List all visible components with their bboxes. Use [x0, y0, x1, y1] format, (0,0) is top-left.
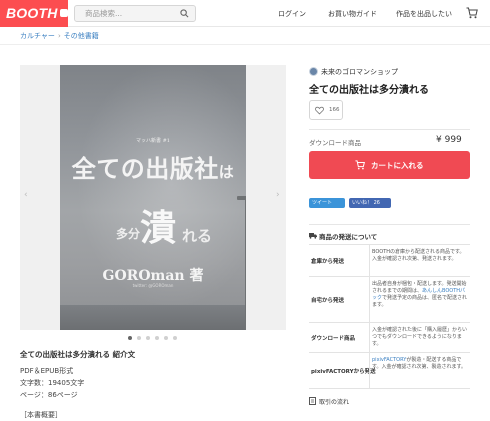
shipping-method: ダウンロード商品 [311, 336, 356, 342]
nav-sell[interactable]: 作品を出品したい [396, 9, 452, 19]
document-icon [309, 397, 316, 405]
gallery-dot[interactable] [164, 336, 168, 340]
truck-icon [309, 233, 317, 239]
search-input[interactable]: 商品検索... [74, 5, 196, 22]
cover-building [60, 305, 246, 330]
table-divider [369, 244, 370, 388]
table-row: 自宅から発送 出品者自身が梱包・配送します。発送開始されるまでの期間は、あんしん… [309, 276, 470, 322]
search-icon[interactable] [180, 9, 189, 18]
shop-name[interactable]: 未来のゴロマンショップ [321, 67, 398, 77]
breadcrumb: カルチャー › その他書籍 [20, 31, 99, 41]
pixiv-factory-link[interactable]: pixivFACTORY [372, 357, 406, 363]
logo-mark-icon [59, 9, 68, 17]
transaction-flow-link[interactable]: 取引の流れ [319, 397, 349, 406]
shipping-desc: 入金が確認された後に「購入履歴」からいつでもダウンロードできるようになります。 [372, 327, 468, 347]
heart-icon [315, 106, 324, 115]
shipping-desc: BOOTHの倉庫から配送される商品です。入金が確認され次第、発送されます。 [372, 249, 465, 262]
divider [0, 44, 490, 45]
description-line: ［本書概要］ [20, 411, 62, 419]
gallery-dot[interactable] [146, 336, 150, 340]
cover-sky [60, 65, 246, 330]
booth-logo[interactable]: BOOTH [0, 0, 68, 27]
like-count: 166 [329, 107, 340, 113]
search-placeholder: 商品検索... [85, 9, 123, 18]
description-title: 全ての出版社は多分潰れる 紹介文 [20, 350, 136, 359]
table-bottom-border [309, 388, 470, 389]
book-cover-image[interactable]: マッハ新書 #1 全ての出版社は 潰 多分 れる GOROman 著 twitt… [60, 65, 246, 330]
divider [309, 129, 470, 130]
table-row: 倉庫から発送 BOOTHの倉庫から配送される商品です。入金が確認され次第、発送さ… [309, 244, 470, 276]
breadcrumb-culture[interactable]: カルチャー [20, 32, 55, 40]
gallery-dot[interactable] [155, 336, 159, 340]
gallery-prev-arrow[interactable]: ‹ [24, 190, 28, 200]
like-button[interactable]: 166 [309, 100, 343, 120]
product-gallery[interactable]: ‹ マッハ新書 #1 全ての出版社は 潰 多分 れる GOROman 著 twi… [20, 65, 286, 330]
shop-avatar[interactable] [309, 67, 318, 76]
cover-title-line1: 全ての出版社は [71, 154, 235, 183]
cover-title-post: れる [182, 227, 213, 245]
tweet-label: ツイート [312, 200, 333, 206]
cover-title-pre: 多分 [116, 227, 141, 241]
shipping-heading: 商品の発送について [319, 233, 378, 241]
gallery-dot[interactable] [128, 336, 132, 340]
table-row: ダウンロード商品 入金が確認された後に「購入履歴」からいつでもダウンロードできる… [309, 322, 470, 352]
shipping-desc: 出品者自身が梱包・配送します。発送開始されるまでの期間は、あんしんBOOTHパッ… [372, 281, 468, 308]
cover-title-main-char: 潰 [140, 207, 177, 249]
shipping-method: 自宅から発送 [311, 298, 345, 304]
cover-twitter: twitter: @GOROman [132, 283, 174, 288]
gallery-dot[interactable] [137, 336, 141, 340]
product-title: 全ての出版社は多分潰れる [309, 85, 429, 96]
price: ¥ 999 [436, 135, 462, 145]
shipping-desc: pixivFACTORYが製造・配送する商品です。入金が確認され次第、製造されま… [372, 357, 467, 370]
description-line: PDF＆EPUB形式 [20, 367, 74, 375]
add-to-cart-button[interactable]: カートに入れる [309, 151, 470, 179]
gallery-dot[interactable] [173, 336, 177, 340]
gallery-next-arrow[interactable]: › [276, 190, 280, 200]
nav-shopping-guide[interactable]: お買い物ガイド [328, 9, 377, 19]
breadcrumb-other-books[interactable]: その他書籍 [64, 32, 99, 40]
cover-series: マッハ新書 #1 [136, 138, 170, 144]
download-label: ダウンロード商品 [309, 139, 361, 147]
description-line: ページ：86ページ [20, 391, 78, 399]
cart-icon[interactable] [466, 7, 478, 19]
breadcrumb-separator: › [57, 32, 61, 40]
facebook-like-button[interactable]: いいね！ 26 [349, 198, 391, 208]
tweet-button[interactable]: ツイート [309, 198, 345, 208]
nav-login[interactable]: ログイン [278, 9, 306, 19]
add-to-cart-label: カートに入れる [371, 161, 424, 170]
site-header: BOOTH 商品検索... ログイン お買い物ガイド 作品を出品したい [0, 0, 490, 27]
shipping-method: pixivFACTORYから発送 [311, 369, 376, 375]
facebook-like-label: いいね！ 26 [352, 200, 380, 206]
table-row: pixivFACTORYから発送 pixivFACTORYが製造・配送する商品で… [309, 352, 470, 388]
shipping-method: 倉庫から発送 [311, 259, 345, 265]
cart-icon [355, 160, 365, 170]
cover-author: GOROman 著 [102, 268, 204, 284]
description-line: 文字数：19405文字 [20, 379, 85, 387]
divider [309, 224, 470, 225]
